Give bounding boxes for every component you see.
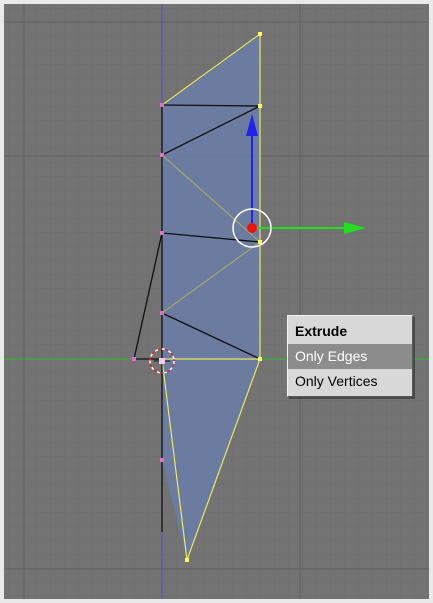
menu-title: Extrude bbox=[295, 323, 348, 339]
manipulator-center bbox=[247, 223, 257, 233]
menu-item-only-vertices[interactable]: Only Vertices bbox=[288, 369, 412, 394]
menu-item-only-edges[interactable]: Only Edges bbox=[288, 344, 412, 369]
extrude-menu: Extrude Only Edges Only Vertices bbox=[287, 315, 413, 397]
viewport-canvas[interactable] bbox=[4, 4, 433, 603]
3d-viewport[interactable]: Extrude Only Edges Only Vertices bbox=[0, 0, 433, 603]
